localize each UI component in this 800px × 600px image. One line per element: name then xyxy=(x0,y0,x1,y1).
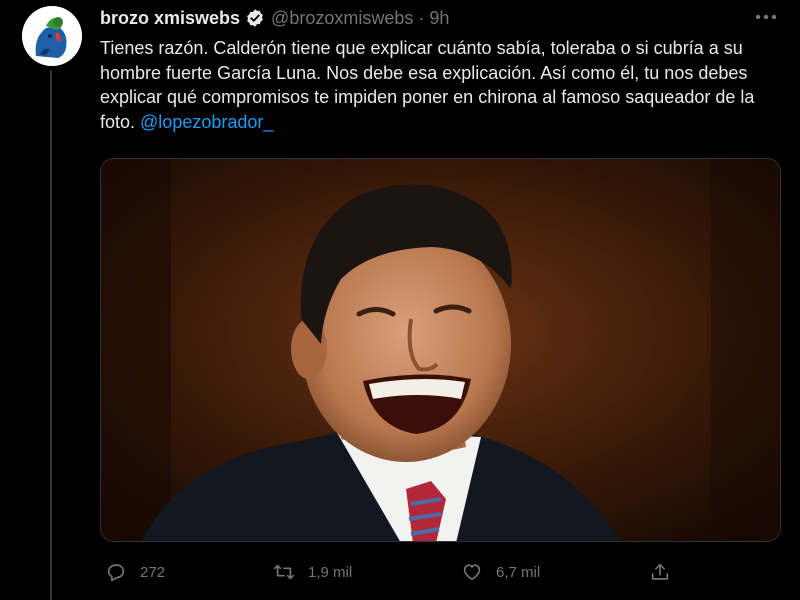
retweet-count: 1,9 mil xyxy=(308,563,353,581)
reply-button[interactable]: 272 xyxy=(104,556,165,588)
thread-connector-line xyxy=(50,70,52,600)
timestamp[interactable]: 9h xyxy=(429,8,449,29)
more-dots-icon[interactable] xyxy=(752,6,780,28)
like-button[interactable]: 6,7 mil xyxy=(460,556,540,588)
retweet-icon xyxy=(272,560,296,584)
mention-link[interactable]: @lopezobrador_ xyxy=(140,112,273,132)
handle[interactable]: @brozoxmiswebs xyxy=(271,8,413,29)
share-button[interactable] xyxy=(648,556,684,588)
heart-icon xyxy=(460,560,484,584)
avatar[interactable] xyxy=(22,6,82,66)
like-count: 6,7 mil xyxy=(496,563,541,581)
tweet-text: Tienes razón. Calderón tiene que explica… xyxy=(100,36,784,134)
retweet-button[interactable]: 1,9 mil xyxy=(272,556,352,588)
display-name[interactable]: brozo xmiswebs xyxy=(100,8,240,29)
tweet-media-photo[interactable] xyxy=(100,158,781,542)
avatar-image xyxy=(22,6,82,66)
photo-image xyxy=(101,159,780,541)
share-icon xyxy=(648,560,672,584)
reply-count: 272 xyxy=(140,563,166,581)
separator-dot: · xyxy=(418,7,425,28)
reply-icon xyxy=(104,560,128,584)
verified-badge-icon xyxy=(245,8,265,28)
tweet-header: brozo xmiswebs @brozoxmiswebs · 9h xyxy=(100,6,449,30)
tweet-actions: 272 1,9 mil 6,7 mil xyxy=(100,556,690,588)
